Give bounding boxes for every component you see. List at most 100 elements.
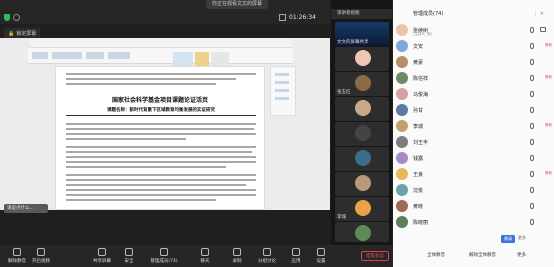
security-button[interactable]: 安全 [112, 248, 146, 264]
participants-header: 管理成员(74) [413, 11, 444, 17]
apps-icon [292, 248, 300, 256]
invite-button[interactable]: 邀请 [501, 235, 515, 243]
participant-row[interactable]: 黄晓 [396, 200, 552, 212]
meeting-toolbar: 解除静音 开启视频 共享屏幕 安全 管理成员(74) 聊天 录制 分组讨论 应用… [0, 245, 554, 267]
video-tile[interactable] [335, 97, 389, 121]
shield-icon [125, 248, 133, 256]
chat-input[interactable]: 请说点什么... [4, 204, 48, 213]
document-subtitle: 课题名称：新时代背景下区域教育均衡发展的实证研究 [66, 107, 256, 116]
mic-icon[interactable] [530, 91, 534, 97]
info-icon[interactable] [13, 14, 20, 21]
participants-panel: 管理成员(74) ⋮ ✕ 张续树 (主持人, 我) 文安 静音 黄豪 陈信祥 静… [393, 0, 554, 245]
record-button[interactable]: 录制 [220, 248, 254, 264]
avatar [396, 104, 408, 116]
avatar [396, 40, 408, 52]
mic-icon[interactable] [530, 155, 534, 161]
end-meeting-button[interactable]: 结束会议 [361, 251, 389, 261]
participant-row[interactable]: 王良 静音 [396, 168, 552, 180]
lock-screen-label: 锁定屏幕 [16, 31, 37, 37]
participant-row[interactable]: 李城 静音 [396, 120, 552, 132]
video-tile-name: 文文的屏幕共享 [337, 40, 369, 45]
grid-view-icon[interactable] [279, 14, 286, 21]
mute-all-button[interactable]: 全体静音 [421, 251, 445, 261]
shield-icon[interactable] [4, 14, 10, 21]
avatar [396, 216, 408, 228]
footer-more-button[interactable]: 更多 [511, 251, 526, 261]
people-icon [160, 248, 168, 256]
word-titlebar [30, 38, 293, 48]
video-tile[interactable] [335, 222, 389, 242]
video-tile[interactable] [335, 122, 389, 146]
mic-icon[interactable] [530, 59, 534, 65]
navigation-pane [270, 66, 296, 116]
avatar [396, 72, 408, 84]
mic-icon[interactable] [530, 171, 534, 177]
participant-row[interactable]: 黄豪 [396, 56, 552, 68]
mic-icon [13, 248, 21, 256]
meeting-topbar: 你正在观看文文的屏幕 01:26:34 [0, 0, 330, 24]
video-tile-name: 张玉红 [337, 90, 351, 95]
video-tile-name: 李城 [337, 215, 346, 220]
document-title: 国家社会科学基金项目课题论证活页 [111, 97, 208, 104]
video-tile[interactable]: 李城 [335, 197, 389, 221]
avatar [396, 136, 408, 148]
mic-icon[interactable] [530, 203, 534, 209]
unmute-all-button[interactable]: 解除全体静音 [463, 251, 496, 261]
lock-icon: 🔒 [8, 30, 15, 37]
settings-button[interactable]: 设置 [304, 248, 338, 264]
share-icon [98, 248, 106, 256]
mic-icon[interactable] [530, 139, 534, 145]
avatar [396, 168, 408, 180]
participant-row[interactable]: 文安 静音 [396, 40, 552, 52]
participant-row[interactable]: 孙甘 [396, 104, 552, 116]
style-gallery-2 [195, 52, 209, 66]
mic-icon[interactable] [530, 123, 534, 129]
video-tile[interactable] [335, 147, 389, 171]
speaker-view-toggle[interactable]: 演讲者视图 [331, 9, 392, 19]
participant-row[interactable]: 钱露 [396, 152, 552, 164]
video-column: 演讲者视图 文文的屏幕共享 张玉红 李城 [331, 0, 392, 245]
more-button[interactable]: 更多 [518, 235, 526, 241]
camera-icon [37, 248, 45, 256]
participant-row[interactable]: 马俊海 [396, 88, 552, 100]
participant-actions: 邀请 更多 [393, 233, 554, 245]
participant-row[interactable]: 张续树 (主持人, 我) [396, 24, 552, 36]
record-icon [233, 248, 241, 256]
chat-button[interactable]: 聊天 [188, 248, 222, 264]
avatar [396, 152, 408, 164]
mic-icon[interactable] [530, 219, 534, 225]
mic-icon[interactable] [530, 27, 534, 33]
viewing-share-label[interactable]: 你正在观看文文的屏幕 [206, 0, 269, 9]
avatar [396, 88, 408, 100]
shared-screen: 国家社会科学基金项目课题论证活页 课题名称：新时代背景下区域教育均衡发展的实证研… [0, 38, 330, 210]
avatar [396, 56, 408, 68]
avatar [396, 184, 408, 196]
avatar [396, 24, 408, 36]
word-ribbon [28, 48, 293, 66]
mic-icon[interactable] [530, 75, 534, 81]
breakout-icon [263, 248, 271, 256]
mic-icon[interactable] [530, 187, 534, 193]
avatar [396, 120, 408, 132]
video-tile[interactable] [335, 172, 389, 196]
mic-icon[interactable] [530, 43, 534, 49]
participant-row[interactable]: 陈信祥 静音 [396, 72, 552, 84]
video-tile[interactable] [335, 47, 389, 71]
participant-row[interactable]: 陈晓丽 [396, 216, 552, 228]
chat-icon [201, 248, 209, 256]
avatar [396, 200, 408, 212]
participants-footer: 全体静音 解除全体静音 更多 [393, 245, 554, 267]
camera-icon[interactable] [540, 27, 546, 32]
manage-participants-button[interactable]: 管理成员(74) [147, 248, 181, 264]
participant-row[interactable]: 沈俊 [396, 184, 552, 196]
start-video-button[interactable]: 开启视频 [24, 248, 58, 264]
gear-icon [317, 248, 325, 256]
participant-row[interactable]: 刘王丰 [396, 136, 552, 148]
video-tile[interactable]: 文文的屏幕共享 [335, 22, 389, 46]
panel-controls-icon[interactable]: ⋮ ✕ [533, 11, 544, 17]
mic-icon[interactable] [530, 107, 534, 113]
style-gallery-3 [211, 52, 229, 66]
document-page: 国家社会科学基金项目课题论证活页 课题名称：新时代背景下区域教育均衡发展的实证研… [55, 66, 265, 210]
video-tile[interactable]: 张玉红 [335, 72, 389, 96]
meeting-timer: 01:26:34 [289, 14, 316, 21]
